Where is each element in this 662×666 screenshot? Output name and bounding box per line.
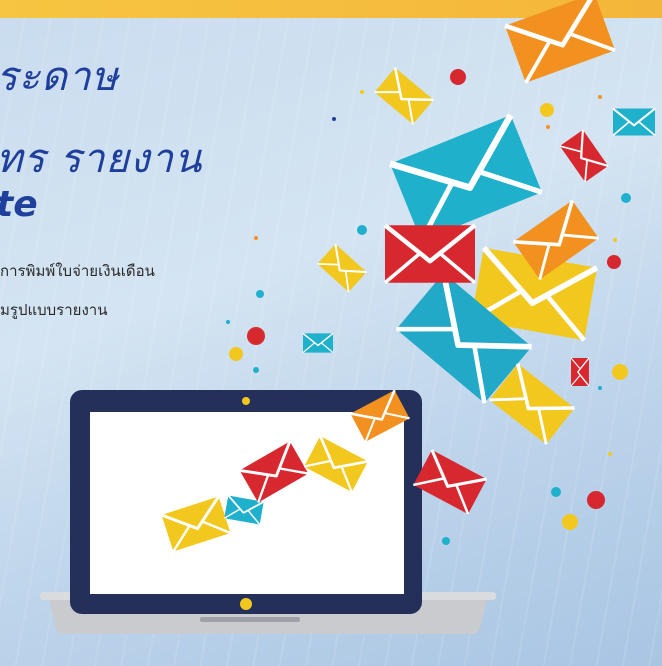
camera-dot	[242, 397, 250, 405]
envelope-red-small	[558, 128, 610, 184]
envelope-red-mid	[385, 225, 475, 283]
laptop-hinge	[200, 617, 300, 622]
envelope-teal-left	[302, 332, 334, 354]
envelope-red-tiny	[570, 357, 590, 387]
power-dot	[240, 598, 252, 610]
laptop	[40, 390, 496, 634]
envelope-yellow-small	[373, 66, 435, 126]
envelope-teal-large	[390, 115, 542, 241]
envelope-orange-top	[505, 0, 615, 83]
envelope-red-right	[411, 448, 489, 516]
envelope-yellow-left	[316, 242, 368, 294]
email-illustration	[40, 0, 657, 634]
envelope-teal-small	[611, 107, 657, 137]
